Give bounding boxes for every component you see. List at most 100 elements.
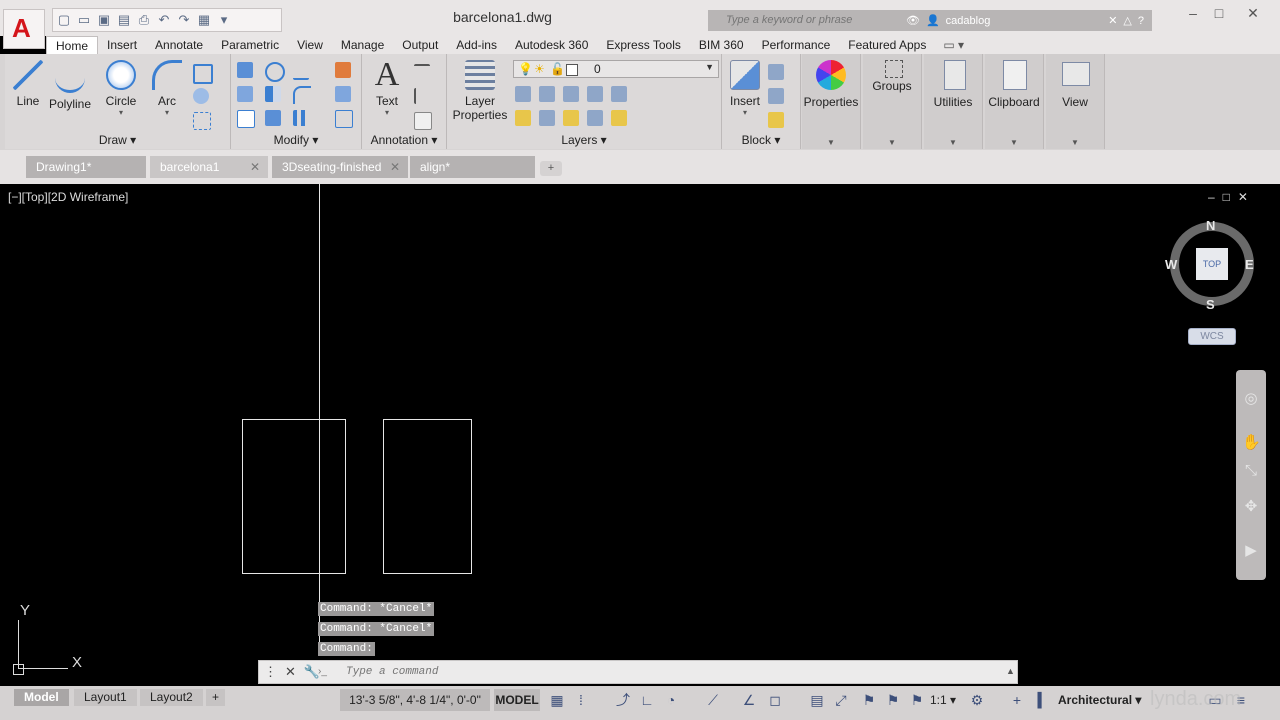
tab-annotate[interactable]: Annotate [146,36,212,54]
grid-icon[interactable]: ▦ [548,691,566,709]
tab-home[interactable]: Home [46,36,99,55]
object-snap-tracking-icon[interactable]: ∠ [740,691,758,709]
compass-north[interactable]: N [1206,218,1215,233]
orbit-icon[interactable]: ✥ [1242,498,1260,516]
file-tab-3dseating-finished[interactable]: 3Dseating-finished ✕ [272,156,408,178]
layer-thaw-icon[interactable] [563,110,579,126]
edit-block-icon[interactable] [768,88,784,104]
array-icon[interactable] [293,110,309,126]
leader-icon[interactable] [414,88,432,104]
tab-model[interactable]: Model [14,689,69,706]
polyline-tool[interactable]: Polyline [48,60,92,111]
tab-add-ins[interactable]: Add-ins [447,36,506,54]
tab-output[interactable]: Output [393,36,447,54]
redo-icon[interactable]: ↷ [177,13,191,27]
dimension-icon[interactable] [414,64,430,82]
layer-on-icon[interactable] [515,110,531,126]
snap-icon[interactable]: ⁞ [572,691,590,709]
workspace-gear-icon[interactable]: ⚙ [968,691,986,709]
annotation-scale-dropdown[interactable]: 1:1 ▾ [930,689,960,711]
rectangle-entity[interactable] [242,419,346,574]
circle-tool[interactable]: Circle ▾ [101,60,141,117]
tab-express-tools[interactable]: Express Tools [597,36,689,54]
save-as-icon[interactable]: ▤ [117,13,131,27]
tab-manage[interactable]: Manage [332,36,393,54]
dynamic-input-icon[interactable]: ⤴ [614,691,632,709]
scale-icon[interactable] [265,110,281,126]
layer-properties-tool[interactable]: Layer Properties [451,60,509,122]
maximize-button[interactable]: □ [1202,2,1236,24]
wcs-menu[interactable]: WCS [1188,328,1236,345]
zoom-icon[interactable]: ⤡ [1242,462,1260,480]
annotation-panel-title[interactable]: Annotation ▾ [362,133,446,147]
save-icon[interactable]: ▣ [97,13,111,27]
chevron-up-icon[interactable]: ▲ [1006,666,1015,676]
lineweight-icon[interactable]: ▤ [808,691,826,709]
layer-dropdown[interactable]: 💡 ☀ 🔓 0 ▼ [513,60,719,78]
file-tab-drawing1[interactable]: Drawing1* [26,156,146,178]
erase-icon[interactable] [335,62,351,78]
close-tab-icon[interactable]: ✕ [250,156,260,178]
view-panel[interactable]: View ▼ [1046,54,1105,149]
add-layout-button[interactable]: + [206,689,226,706]
workspace-icon[interactable]: ▦ [197,13,211,27]
insert-tool[interactable]: Insert ▾ [726,60,764,117]
new-file-icon[interactable]: ▢ [57,13,71,27]
make-current-icon[interactable] [611,86,627,102]
utilities-panel[interactable]: Utilities ▼ [924,54,983,149]
create-block-icon[interactable] [768,64,784,80]
edit-attributes-icon[interactable] [768,112,784,128]
close-icon[interactable]: ✕ [285,664,296,680]
close-tab-icon[interactable]: ✕ [390,156,400,178]
tab-insert[interactable]: Insert [98,36,146,54]
annotation-scale-icon[interactable]: ⚑ [908,691,926,709]
help-icon[interactable]: ? [1138,15,1144,27]
command-input[interactable] [316,662,1006,682]
table-icon[interactable] [414,112,432,130]
clipboard-panel[interactable]: Clipboard ▼ [985,54,1044,149]
rectangle-icon[interactable] [193,64,213,84]
trim-icon[interactable] [293,62,309,80]
tab-bim-360[interactable]: BIM 360 [690,36,753,54]
mirror-icon[interactable] [265,86,281,102]
coordinate-readout[interactable]: 13'-3 5/8", 4'-8 1/4", 0'-0" [340,689,490,711]
file-tab-barcelona1[interactable]: barcelona1 ✕ [150,156,268,178]
offset-icon[interactable] [335,110,353,128]
tab-view[interactable]: View [288,36,332,54]
showmotion-icon[interactable]: ▶ [1242,542,1260,560]
viewport-window-controls[interactable]: –□✕ [1208,190,1256,204]
polar-tracking-icon[interactable]: ◔ [662,691,680,709]
a360-icon[interactable]: △ [1123,14,1131,27]
print-icon[interactable]: ⎙ [137,13,151,27]
arc-tool[interactable]: Arc ▾ [149,60,185,117]
user-name[interactable]: cadablog [946,15,991,27]
application-menu-button[interactable]: A [3,9,45,49]
units-dropdown[interactable]: Architectural ▾ [1058,689,1148,711]
match-layer-icon[interactable] [611,110,627,126]
copy-icon[interactable] [237,86,253,102]
ortho-icon[interactable]: ∟ [638,691,656,709]
layers-panel-title[interactable]: Layers ▾ [447,133,721,147]
steering-wheel-icon[interactable]: ◎ [1242,390,1260,408]
compass-south[interactable]: S [1206,297,1215,312]
tab-parametric[interactable]: Parametric [212,36,288,54]
object-snap-icon[interactable]: ◻ [766,691,784,709]
hatch-icon[interactable] [193,88,209,104]
rotate-icon[interactable] [265,62,285,82]
tab-layout1[interactable]: Layout1 [74,689,137,706]
search-input[interactable] [708,10,902,31]
new-tab-button[interactable]: + [540,161,562,176]
annotation-visibility-icon[interactable]: ⚑ [860,691,878,709]
close-button[interactable]: ✕ [1236,2,1270,24]
pan-hand-icon[interactable]: ✋ [1242,434,1261,452]
text-tool[interactable]: A Text ▾ [368,56,406,117]
layer-isolate-icon[interactable] [539,86,555,102]
viewcube-top-face[interactable]: TOP [1196,248,1228,280]
autoscale-icon[interactable]: ⚑ [884,691,902,709]
tab-performance[interactable]: Performance [753,36,840,54]
layer-freeze-icon[interactable] [563,86,579,102]
tab-featured-apps[interactable]: Featured Apps [839,36,935,54]
undo-icon[interactable]: ↶ [157,13,171,27]
isolate-objects-icon[interactable]: ▍ [1034,691,1052,709]
move-icon[interactable] [237,62,253,78]
